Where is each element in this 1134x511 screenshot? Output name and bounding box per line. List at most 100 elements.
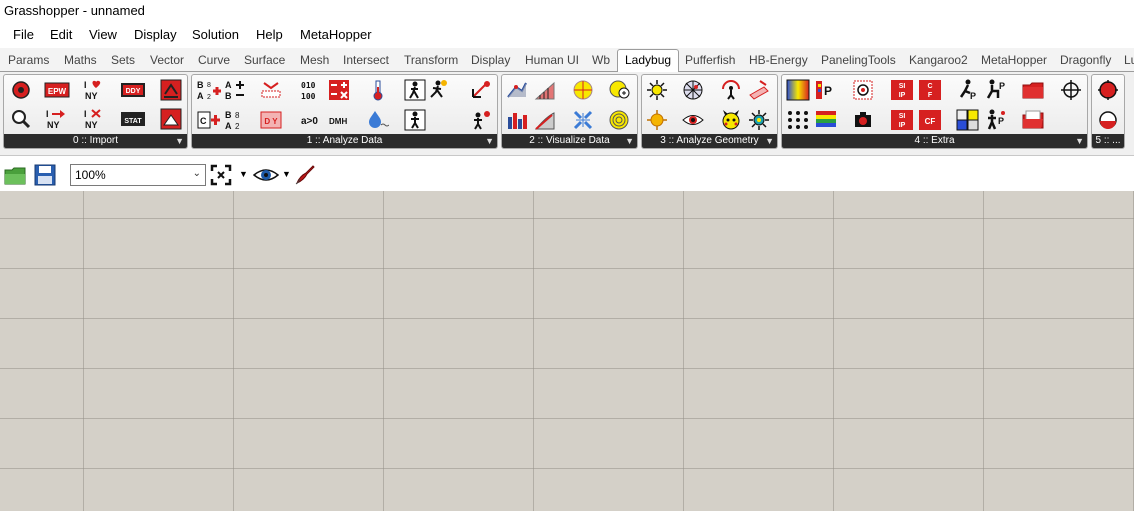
red-ball-2-icon[interactable] xyxy=(1097,109,1119,131)
tab-sets[interactable]: Sets xyxy=(111,53,135,67)
tab-hb-energy[interactable]: HB-Energy xyxy=(749,53,808,67)
tab-ladybug[interactable]: Ladybug xyxy=(617,49,680,73)
sun-study-icon[interactable] xyxy=(646,79,668,101)
tab-lu[interactable]: Lu xyxy=(1124,53,1134,67)
tab-kangaroo2[interactable]: Kangaroo2 xyxy=(909,53,968,67)
tab-intersect[interactable]: Intersect xyxy=(343,53,389,67)
color-legend-icon[interactable] xyxy=(786,79,810,101)
menu-help[interactable]: Help xyxy=(256,27,283,42)
d-y-icon[interactable]: D Y xyxy=(260,109,282,131)
menu-view[interactable]: View xyxy=(89,27,117,42)
tab-vector[interactable]: Vector xyxy=(150,53,184,67)
tab-display[interactable]: Display xyxy=(471,53,510,67)
group-visualize-data-expand-icon[interactable]: ▼ xyxy=(625,134,634,148)
thermometer-icon[interactable] xyxy=(367,79,389,101)
camera-icon[interactable] xyxy=(852,109,874,131)
bar-stack-icon[interactable] xyxy=(506,109,528,131)
compass-icon[interactable] xyxy=(572,109,594,131)
ladybug-import-icon[interactable] xyxy=(10,79,32,101)
recolor-icon[interactable]: P xyxy=(814,79,838,101)
dmh-icon[interactable]: DMH xyxy=(328,109,352,131)
b8-a2-icon[interactable]: B8A2 xyxy=(196,79,222,101)
i-x-ny-icon[interactable]: I NY xyxy=(82,108,108,130)
dots-icon[interactable] xyxy=(786,109,810,131)
group-extra-expand-icon[interactable]: ▼ xyxy=(1075,134,1084,148)
radiation-icon[interactable] xyxy=(470,79,492,101)
zoom-dropdown-icon[interactable]: ⌄ xyxy=(193,168,201,179)
download-weather-icon[interactable] xyxy=(160,79,182,101)
person-walk-icon[interactable] xyxy=(404,79,426,101)
sun-dome-icon[interactable] xyxy=(572,79,594,101)
tab-transform[interactable]: Transform xyxy=(404,53,458,67)
stand-icon[interactable]: P xyxy=(984,109,1008,131)
tab-maths[interactable]: Maths xyxy=(64,53,97,67)
sketch-brush-icon[interactable] xyxy=(294,164,316,186)
search-weather-icon[interactable] xyxy=(10,108,32,130)
zoom-extents-icon[interactable] xyxy=(210,164,232,186)
preview-dropdown-icon[interactable]: ▼ xyxy=(282,169,291,179)
grasshopper-canvas[interactable] xyxy=(0,191,1134,511)
tab-surface[interactable]: Surface xyxy=(244,53,285,67)
zoom-extents-dropdown-icon[interactable]: ▼ xyxy=(239,169,248,179)
binary-icon[interactable]: 010 100 xyxy=(300,79,324,101)
radial-icon[interactable] xyxy=(608,109,630,131)
preview-eye-icon[interactable] xyxy=(253,164,279,186)
i-to-ny-icon[interactable]: I NY xyxy=(44,108,70,130)
tab-wb[interactable]: Wb xyxy=(592,53,610,67)
person-stand-icon[interactable] xyxy=(404,109,426,131)
person-run-icon[interactable] xyxy=(426,79,448,101)
view-arc-icon[interactable] xyxy=(720,79,742,101)
sit-icon[interactable]: P xyxy=(984,79,1008,101)
a-greater-0-icon[interactable]: a>0 xyxy=(300,109,326,131)
stat-icon[interactable]: STAT xyxy=(120,108,146,130)
c-f-icon[interactable]: CF xyxy=(918,79,942,101)
slope-chart-icon[interactable] xyxy=(534,79,556,101)
capture-icon[interactable] xyxy=(852,79,874,101)
tab-params[interactable]: Params xyxy=(8,53,49,67)
pikachu-icon[interactable] xyxy=(720,109,742,131)
epw-icon[interactable]: EPW xyxy=(44,79,70,101)
menu-metahopper[interactable]: MetaHopper xyxy=(300,27,372,42)
calculator-icon[interactable] xyxy=(328,79,350,101)
tab-mesh[interactable]: Mesh xyxy=(300,53,329,67)
eye-icon[interactable] xyxy=(682,109,704,131)
menu-file[interactable]: File xyxy=(13,27,34,42)
tools-icon[interactable] xyxy=(956,109,980,131)
folder-icon[interactable] xyxy=(1022,79,1044,101)
tab-pufferfish[interactable]: Pufferfish xyxy=(685,53,735,67)
open-file-icon[interactable] xyxy=(4,164,26,186)
humidity-icon[interactable] xyxy=(367,109,389,131)
menu-display[interactable]: Display xyxy=(134,27,177,42)
sun-person-icon[interactable] xyxy=(470,109,492,131)
c-plus-icon[interactable]: C xyxy=(196,109,222,131)
a-plus-b-icon[interactable]: AB xyxy=(224,79,248,101)
tab-human-ui[interactable]: Human UI xyxy=(525,53,579,67)
bit-convert-icon[interactable] xyxy=(260,79,282,101)
group-import-expand-icon[interactable]: ▼ xyxy=(175,134,184,148)
tab-metahopper[interactable]: MetaHopper xyxy=(981,53,1047,67)
solar-window-icon[interactable] xyxy=(748,79,770,101)
group-analyze-data-expand-icon[interactable]: ▼ xyxy=(485,134,494,148)
sun-rays-icon[interactable] xyxy=(748,109,770,131)
tab-dragonfly[interactable]: Dragonfly xyxy=(1060,53,1111,67)
sun-legend-icon[interactable] xyxy=(608,79,630,101)
bike-icon[interactable]: P xyxy=(956,79,980,101)
si-ip-2-icon[interactable]: SI IP xyxy=(890,109,914,131)
si-ip-icon[interactable]: SI IP xyxy=(890,79,914,101)
open-folder-icon[interactable] xyxy=(1022,109,1044,131)
rose-icon[interactable] xyxy=(506,79,528,101)
i-love-ny-icon[interactable]: I NY xyxy=(82,79,108,101)
bar-chart-icon[interactable] xyxy=(534,109,556,131)
zoom-select[interactable]: 100% ⌄ xyxy=(70,164,206,186)
group-analyze-geometry-expand-icon[interactable]: ▼ xyxy=(765,134,774,148)
ddy-icon[interactable]: DDY xyxy=(120,79,146,101)
tab-curve[interactable]: Curve xyxy=(198,53,230,67)
b8a2-icon[interactable]: B8A2 xyxy=(224,109,248,131)
cf-icon[interactable]: CF xyxy=(918,109,942,131)
red-ball-icon[interactable] xyxy=(1097,79,1119,101)
tab-panelingtools[interactable]: PanelingTools xyxy=(821,53,896,67)
sun-icon[interactable] xyxy=(646,109,668,131)
open-weather-icon[interactable] xyxy=(160,108,182,130)
menu-edit[interactable]: Edit xyxy=(50,27,72,42)
menu-solution[interactable]: Solution xyxy=(192,27,239,42)
